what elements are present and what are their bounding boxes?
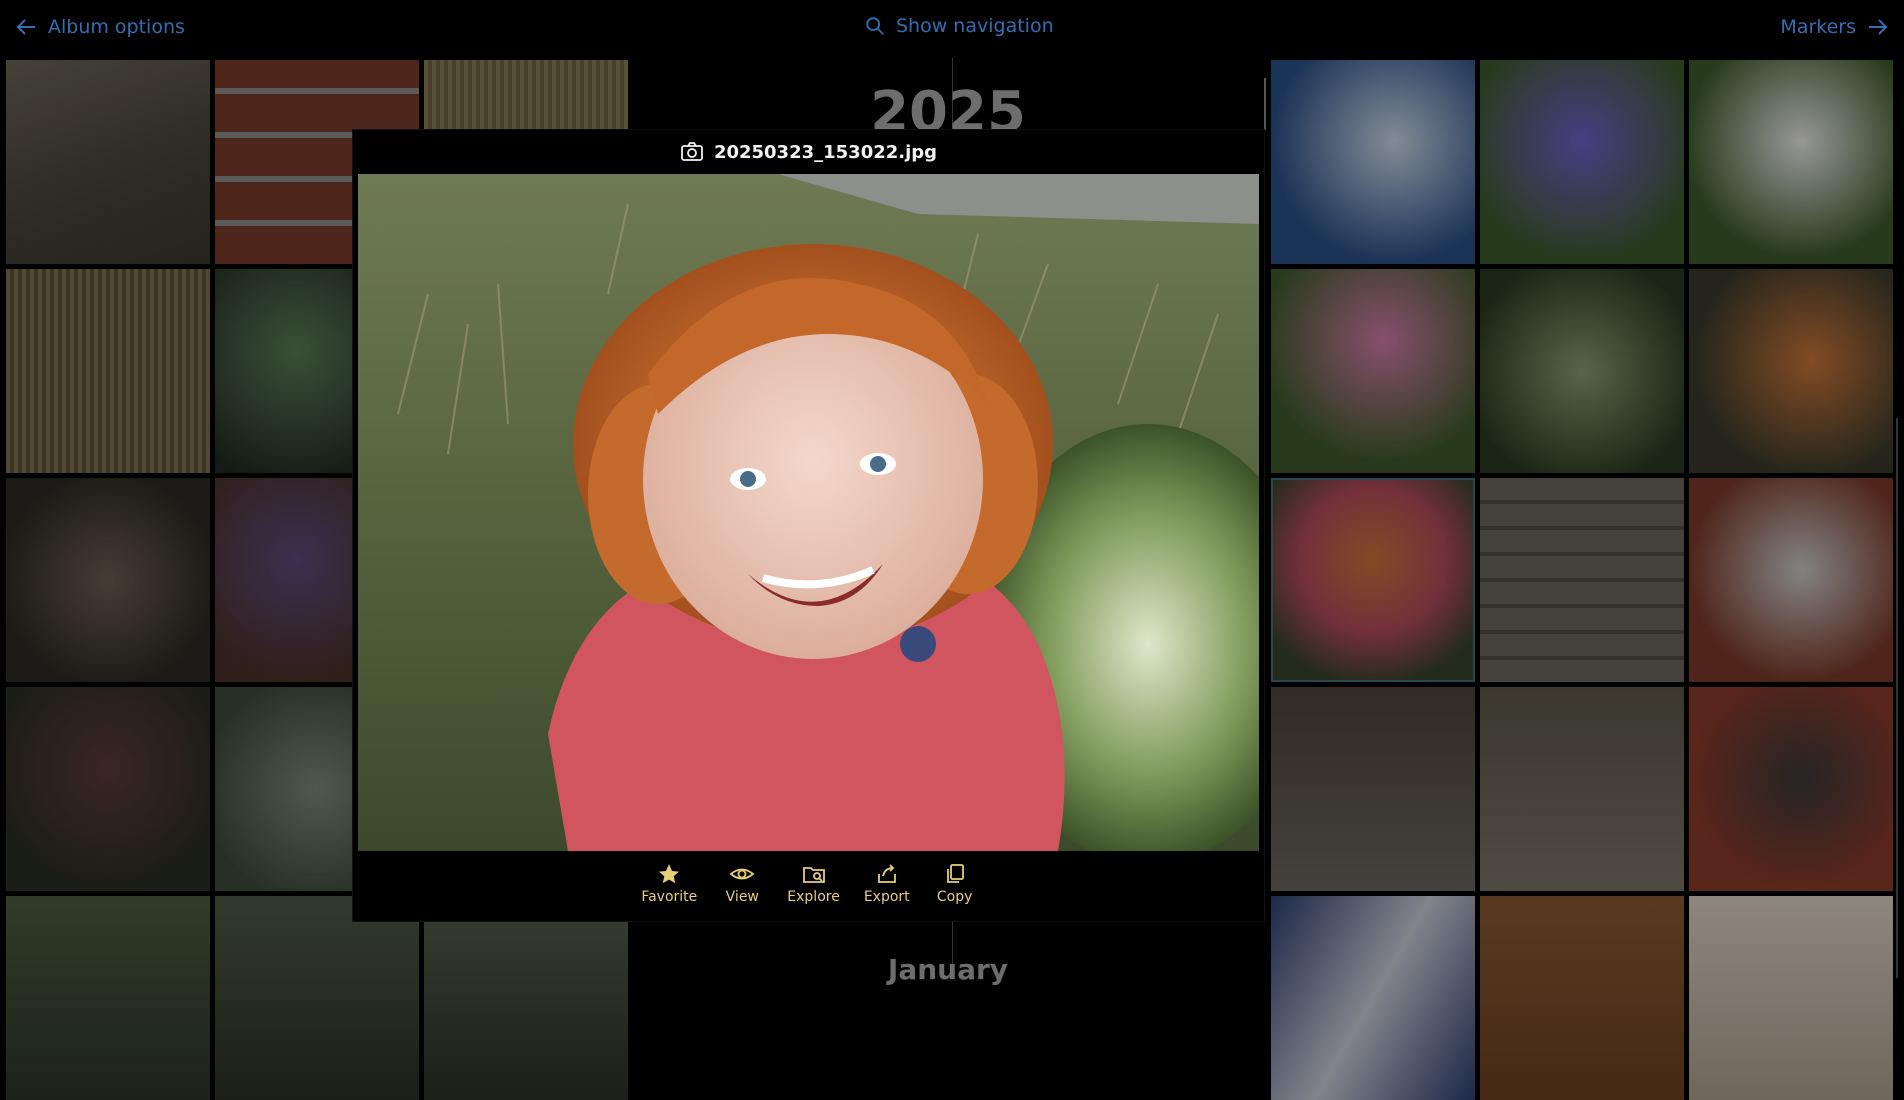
thumbnail[interactable] — [1689, 60, 1893, 264]
photo-illustration — [358, 174, 1259, 851]
album-options-label: Album options — [48, 16, 185, 38]
thumbnail[interactable] — [1480, 896, 1684, 1100]
arrow-left-icon — [16, 19, 35, 35]
preview-title: 20250323_153022.jpg — [353, 130, 1264, 174]
thumbnail[interactable] — [424, 896, 628, 1100]
thumbnail[interactable] — [1480, 478, 1684, 682]
thumbnail[interactable] — [1689, 478, 1893, 682]
thumbnail[interactable] — [1271, 896, 1475, 1100]
month-heading: January — [887, 953, 1009, 986]
view-button[interactable]: View — [721, 862, 763, 920]
show-navigation-label: Show navigation — [896, 15, 1054, 37]
share-icon — [877, 864, 896, 883]
favorite-label: Favorite — [641, 889, 698, 905]
export-label: Export — [863, 889, 910, 905]
show-navigation-button[interactable]: Show navigation — [864, 15, 1054, 37]
copy-icon — [946, 864, 964, 883]
photo-preview-popup: 20250323_153022.jpg Favorite View Explor… — [353, 130, 1264, 921]
thumbnail[interactable] — [215, 896, 419, 1100]
star-icon — [659, 864, 680, 884]
thumbnail[interactable] — [1271, 687, 1475, 891]
right-thumbnail-grid — [1271, 60, 1893, 1100]
thumbnail[interactable] — [6, 687, 210, 891]
thumbnail[interactable] — [1689, 269, 1893, 473]
thumbnail[interactable] — [1271, 269, 1475, 473]
thumbnail[interactable] — [6, 896, 210, 1100]
top-bar: Album options Show navigation Markers — [0, 0, 1904, 58]
scroll-indicator[interactable] — [1264, 78, 1266, 130]
preview-filename: 20250323_153022.jpg — [713, 141, 938, 163]
markers-label: Markers — [1780, 16, 1856, 38]
album-options-button[interactable]: Album options — [14, 15, 185, 39]
folder-search-icon — [802, 867, 825, 883]
favorite-button[interactable]: Favorite — [641, 862, 697, 920]
search-icon — [866, 17, 884, 35]
thumbnail[interactable] — [1689, 687, 1893, 891]
preview-photo[interactable] — [358, 174, 1259, 851]
explore-label: Explore — [787, 889, 840, 905]
thumbnail[interactable] — [1480, 60, 1684, 264]
arrow-right-icon — [1869, 19, 1888, 35]
copy-label: Copy — [936, 889, 973, 905]
scrollbar[interactable] — [1896, 418, 1898, 978]
thumbnail[interactable] — [6, 60, 210, 264]
thumbnail[interactable] — [6, 269, 210, 473]
markers-button[interactable]: Markers — [1780, 15, 1890, 39]
export-button[interactable]: Export — [864, 862, 910, 920]
explore-button[interactable]: Explore — [787, 862, 840, 920]
view-label: View — [725, 889, 759, 905]
thumbnail[interactable] — [6, 478, 210, 682]
eye-icon — [729, 868, 755, 880]
preview-actions: Favorite View Explore Export Copy — [353, 862, 1264, 920]
thumbnail[interactable] — [1689, 896, 1893, 1100]
thumbnail[interactable] — [1480, 687, 1684, 891]
copy-button[interactable]: Copy — [934, 862, 976, 920]
camera-icon — [681, 142, 703, 161]
thumbnail[interactable] — [1480, 269, 1684, 473]
thumbnail-selected[interactable] — [1271, 478, 1475, 682]
thumbnail[interactable] — [1271, 60, 1475, 264]
